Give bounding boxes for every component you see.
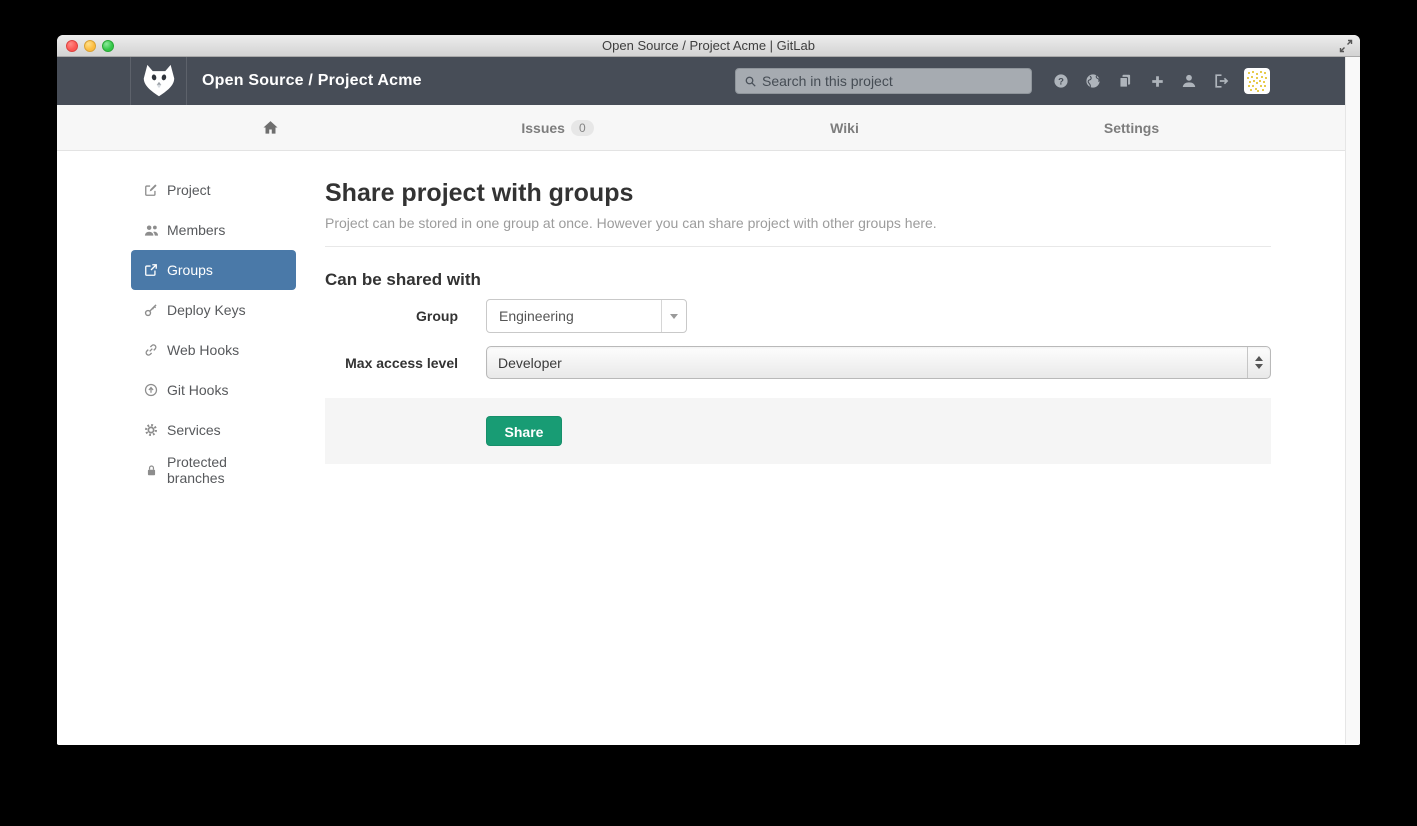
select-spinner-icon [1247,347,1270,378]
sidebar-item-label: Protected branches [167,454,284,486]
sidebar-item-label: Members [167,222,225,238]
pencil-square-icon [143,183,159,197]
header-icon-bar: ? [1045,65,1237,97]
identicon-avatar [1244,68,1270,94]
home-icon [262,119,279,136]
group-form-row: Group Engineering [325,299,1271,333]
copy-button[interactable] [1109,65,1141,97]
gitlab-logo[interactable] [130,57,187,105]
minimize-window-button[interactable] [84,40,96,52]
project-nav: Issues 0 Wiki Settings [57,105,1345,151]
explore-button[interactable] [1077,65,1109,97]
link-icon [143,343,159,357]
gears-icon [143,423,159,437]
sidebar-item-label: Git Hooks [167,382,228,398]
help-button[interactable]: ? [1045,65,1077,97]
divider [325,246,1271,247]
new-project-button[interactable] [1141,65,1173,97]
titlebar: Open Source / Project Acme | GitLab [57,35,1360,57]
page-description: Project can be stored in one group at on… [325,215,1271,231]
search-box[interactable] [735,68,1032,94]
tanuki-logo-icon [140,64,178,98]
close-window-button[interactable] [66,40,78,52]
search-icon [744,75,757,88]
tab-issues-label: Issues [521,120,565,136]
sidebar-item-label: Project [167,182,211,198]
avatar[interactable] [1244,68,1270,94]
tab-wiki[interactable]: Wiki [701,105,988,150]
max-access-select-value: Developer [487,355,1247,371]
browser-window: Open Source / Project Acme | GitLab [57,35,1360,745]
page-title: Share project with groups [325,179,1271,208]
tab-issues[interactable]: Issues 0 [414,105,701,150]
app-header: Open Source / Project Acme ? [57,57,1345,105]
max-access-label: Max access level [325,355,458,371]
fullscreen-icon[interactable] [1338,38,1354,54]
section-heading: Can be shared with [325,270,1271,290]
sidebar-item-web-hooks[interactable]: Web Hooks [131,330,296,370]
profile-button[interactable] [1173,65,1205,97]
sign-out-icon [1213,73,1229,89]
logout-button[interactable] [1205,65,1237,97]
sidebar-item-groups[interactable]: Groups [131,250,296,290]
sidebar-item-project[interactable]: Project [131,170,296,210]
help-icon: ? [1053,73,1069,89]
sidebar-item-protected-branches[interactable]: Protected branches [131,450,296,490]
chevron-down-icon [661,300,686,332]
form-actions: Share [325,398,1271,464]
sidebar-item-label: Web Hooks [167,342,239,358]
sidebar-item-git-hooks[interactable]: Git Hooks [131,370,296,410]
group-select[interactable]: Engineering [486,299,687,333]
issues-count-badge: 0 [571,120,594,136]
plus-icon [1150,74,1165,89]
tab-wiki-label: Wiki [830,120,859,136]
group-label: Group [325,308,458,324]
scrollbar[interactable] [1345,57,1360,744]
sidebar-item-label: Groups [167,262,213,278]
sidebar-item-label: Services [167,422,221,438]
share-project-panel: Share project with groups Project can be… [325,170,1271,490]
user-icon [1181,73,1197,89]
group-select-value: Engineering [487,308,661,324]
arrow-circle-up-icon [143,383,159,397]
sidebar-item-label: Deploy Keys [167,302,246,318]
max-access-form-row: Max access level Developer [325,346,1271,379]
sidebar-item-deploy-keys[interactable]: Deploy Keys [131,290,296,330]
share-square-icon [143,263,159,277]
project-title: Open Source / Project Acme [202,72,422,90]
zoom-window-button[interactable] [102,40,114,52]
sidebar-item-services[interactable]: Services [131,410,296,450]
globe-icon [1085,73,1101,89]
svg-text:?: ? [1058,76,1064,87]
tab-home[interactable] [127,105,414,150]
users-icon [143,223,159,238]
lock-icon [143,464,159,477]
key-icon [143,303,159,317]
tab-settings-label: Settings [1104,120,1159,136]
traffic-lights [66,40,114,52]
copy-icon [1117,73,1133,89]
sidebar-item-members[interactable]: Members [131,210,296,250]
settings-sidebar: Project Members Groups [131,170,296,490]
search-input[interactable] [762,73,1031,89]
window-title: Open Source / Project Acme | GitLab [57,38,1360,53]
max-access-select[interactable]: Developer [486,346,1271,379]
share-button[interactable]: Share [486,416,562,446]
tab-settings[interactable]: Settings [988,105,1275,150]
